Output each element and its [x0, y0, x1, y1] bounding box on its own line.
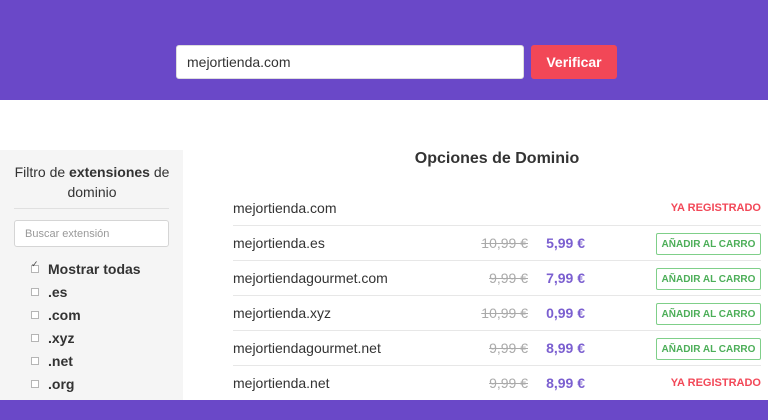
- extension-filter-sidebar: Filtro de extensiones de dominio Mostrar…: [0, 150, 183, 420]
- extension-search-input[interactable]: [14, 220, 169, 247]
- checkbox-icon[interactable]: [31, 288, 39, 296]
- new-price: 0,99 €: [546, 305, 585, 321]
- registered-status: YA REGISTRADO: [670, 377, 761, 389]
- checkbox-icon[interactable]: [31, 380, 39, 388]
- checkbox-icon[interactable]: [31, 357, 39, 365]
- filter-option-net[interactable]: .net: [31, 351, 73, 371]
- old-price: 9,99 €: [489, 375, 528, 391]
- filter-option-com[interactable]: .com: [31, 305, 81, 325]
- filter-option-org[interactable]: .org: [31, 374, 74, 394]
- domain-row: mejortiendagourmet.com 9,99 € 7,99 € AÑA…: [233, 261, 761, 296]
- old-price: 10,99 €: [481, 305, 528, 321]
- bottom-footer-bar: [0, 400, 768, 420]
- new-price: 5,99 €: [546, 235, 585, 251]
- domain-name: mejortienda.es: [233, 235, 325, 251]
- verify-button[interactable]: Verificar: [531, 45, 617, 79]
- domain-options-title: Opciones de Dominio: [414, 150, 580, 167]
- old-price: 9,99 €: [489, 340, 528, 356]
- checkbox-icon[interactable]: [31, 311, 39, 319]
- checkbox-icon[interactable]: [31, 334, 39, 342]
- domain-row: mejortienda.xyz 10,99 € 0,99 € AÑADIR AL…: [233, 296, 761, 331]
- domain-name: mejortienda.net: [233, 375, 330, 391]
- domain-row: mejortienda.com YA REGISTRADO: [233, 191, 761, 226]
- domain-row: mejortienda.net 9,99 € 8,99 € YA REGISTR…: [233, 366, 761, 401]
- filter-option-xyz[interactable]: .xyz: [31, 328, 74, 348]
- domain-search-input[interactable]: [176, 45, 524, 79]
- filter-title: Filtro de extensiones de dominio: [14, 164, 170, 200]
- domain-row: mejortienda.es 10,99 € 5,99 € AÑADIR AL …: [233, 226, 761, 261]
- add-to-cart-button[interactable]: AÑADIR AL CARRO: [656, 233, 761, 255]
- add-to-cart-button[interactable]: AÑADIR AL CARRO: [656, 338, 761, 360]
- domain-name: mejortiendagourmet.com: [233, 270, 388, 286]
- registered-status: YA REGISTRADO: [670, 202, 761, 214]
- filter-divider: [14, 208, 169, 209]
- domain-name: mejortiendagourmet.net: [233, 340, 381, 356]
- new-price: 8,99 €: [546, 340, 585, 356]
- old-price: 10,99 €: [481, 235, 528, 251]
- old-price: 9,99 €: [489, 270, 528, 286]
- domain-name: mejortienda.com: [233, 200, 337, 216]
- add-to-cart-button[interactable]: AÑADIR AL CARRO: [656, 303, 761, 325]
- filter-option-es[interactable]: .es: [31, 282, 67, 302]
- checkbox-checked-icon[interactable]: [31, 260, 39, 273]
- domain-name: mejortienda.xyz: [233, 305, 332, 321]
- top-header-bar: Verificar: [0, 0, 768, 100]
- filter-option-all[interactable]: Mostrar todas: [31, 259, 141, 279]
- new-price: 7,99 €: [546, 270, 585, 286]
- domain-row: mejortiendagourmet.net 9,99 € 8,99 € AÑA…: [233, 331, 761, 366]
- add-to-cart-button[interactable]: AÑADIR AL CARRO: [656, 268, 761, 290]
- new-price: 8,99 €: [546, 375, 585, 391]
